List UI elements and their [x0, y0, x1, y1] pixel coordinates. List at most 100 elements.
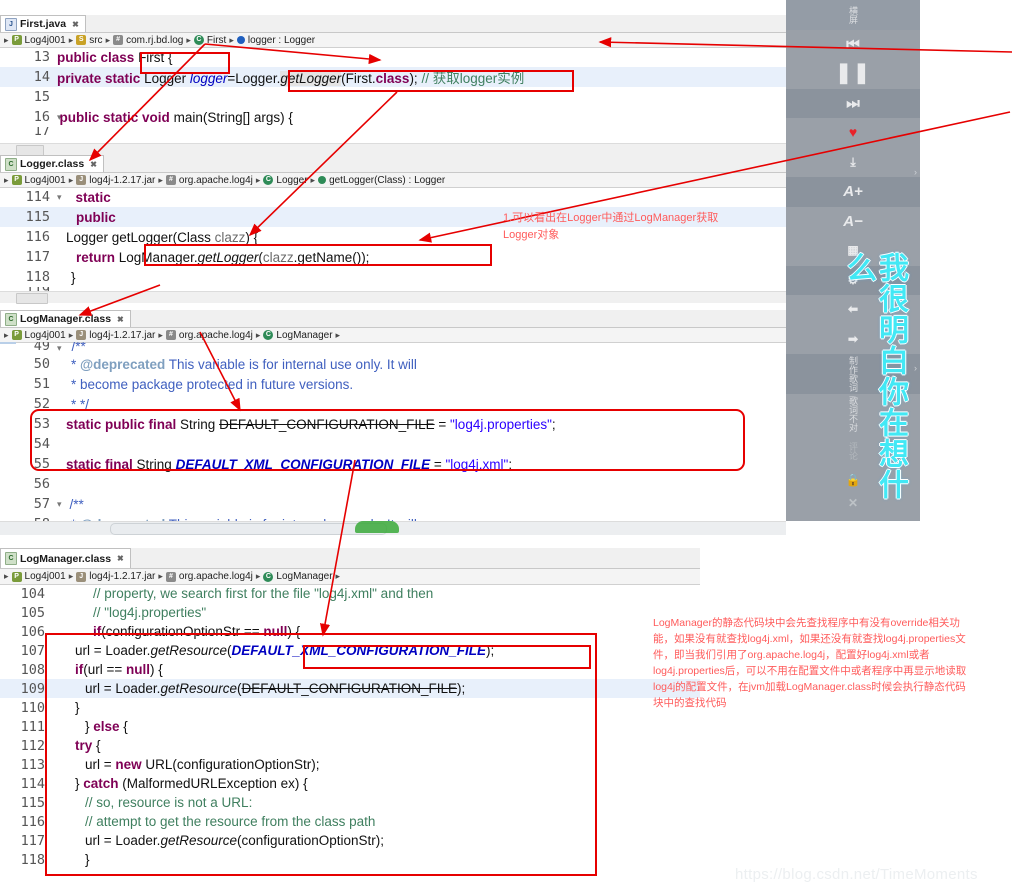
breadcrumb-item-class[interactable]: LogManager	[276, 330, 332, 341]
chevron-right-icon: ›	[914, 363, 917, 373]
line-number: 15	[33, 89, 50, 105]
tab-logmanager-class[interactable]: C LogManager.class ✖	[0, 310, 131, 327]
breadcrumb-item-project[interactable]: Log4j001	[25, 330, 66, 341]
annotation-note-2-line-1: LogManager的静态代码块中会先查找程序中有没有override相关功	[653, 617, 960, 629]
breadcrumb-item-jar[interactable]: log4j-1.2.17.jar	[89, 175, 155, 186]
line-content: // property, we search first for the fil…	[93, 586, 434, 601]
breadcrumb-item-class[interactable]: LogManager	[276, 571, 332, 582]
heart-icon: ♥	[848, 124, 858, 141]
chevron-right-icon: ▸	[4, 571, 9, 581]
annotation-note-1: 1.可以看出在Logger中通过LogManager获取 Logger对象	[503, 210, 783, 244]
fold-marker-icon[interactable]: ▾	[57, 343, 62, 354]
code-line: 52 * */	[0, 394, 786, 414]
class-icon: C	[263, 571, 274, 582]
breadcrumb-item-jar[interactable]: log4j-1.2.17.jar	[89, 330, 155, 341]
breadcrumb-item-jar[interactable]: log4j-1.2.17.jar	[89, 571, 155, 582]
tab-logmanager-class-bottom[interactable]: C LogManager.class ✖	[0, 548, 131, 568]
line-content: if(configurationOptionStr == null) {	[93, 624, 301, 639]
code-line: 107 url = Loader.getResource(DEFAULT_XML…	[0, 641, 700, 660]
line-content: static public final String DEFAULT_CONFI…	[66, 416, 556, 432]
class-file-icon: C	[5, 552, 17, 565]
scrollbar-thumb[interactable]	[16, 293, 48, 304]
code-line: 115 // so, resource is not a URL:	[0, 793, 700, 812]
sidebar-item-pause[interactable]: ❚❚	[786, 59, 920, 89]
media-player-sidebar[interactable]: 横屏 ⏮ ❚❚ ⏭ ♥ ⤓ › A+ A− ▦ ⚙ ⬅ ➡ 制作歌词 › 歌词不…	[786, 0, 920, 521]
breadcrumb-item-package[interactable]: org.apache.log4j	[179, 175, 253, 186]
close-icon[interactable]: ✖	[90, 160, 97, 169]
chevron-right-icon: ▸	[158, 571, 163, 581]
jar-icon: J	[76, 330, 87, 340]
line-number: 106	[20, 623, 45, 640]
editor-panel-logmanager-bottom[interactable]: C LogManager.class ✖ ▸ P Log4j001 ▸ J lo…	[0, 548, 700, 894]
breadcrumb-item-class[interactable]: First	[207, 35, 226, 46]
code-line: 57 ▾ /**	[0, 494, 786, 514]
breadcrumb-item-method[interactable]: getLogger(Class) : Logger	[329, 175, 445, 186]
line-content: }	[75, 700, 80, 715]
breadcrumb-item-field[interactable]: logger : Logger	[248, 35, 315, 46]
horizontal-scrollbar[interactable]	[0, 291, 786, 304]
line-content: * */	[71, 396, 90, 412]
code-area-logmanager-top[interactable]: 49 ▾ /** 50 * @deprecated This variable …	[0, 342, 786, 521]
code-area-logmanager-bottom[interactable]: 104 // property, we search first for the…	[0, 584, 700, 894]
line-gutter	[0, 342, 16, 354]
scrollbar-green-marker[interactable]	[355, 521, 399, 533]
tab-logger-class[interactable]: C Logger.class ✖	[0, 155, 104, 172]
sidebar-item-font-decrease[interactable]: A−	[786, 207, 920, 237]
code-line: 13 public class First {	[0, 47, 786, 67]
close-icon[interactable]: ✖	[117, 315, 124, 324]
code-line: 105 // "log4j.properties"	[0, 603, 700, 622]
line-content: // "log4j.properties"	[93, 605, 207, 620]
sidebar-item-landscape-mode[interactable]: 横屏	[786, 0, 920, 30]
sidebar-item-previous-track[interactable]: ⏮	[786, 30, 920, 60]
sidebar-item-favorite[interactable]: ♥	[786, 118, 920, 148]
close-icon[interactable]: ✖	[117, 554, 124, 563]
line-number: 118	[20, 851, 45, 868]
chevron-right-icon: ▸	[255, 571, 261, 581]
code-line: 108 if(url == null) {	[0, 660, 700, 679]
next-track-icon: ⏭	[846, 94, 860, 112]
class-icon: C	[263, 175, 274, 185]
chevron-right-icon: ▸	[68, 329, 74, 340]
breadcrumb-item-package[interactable]: org.apache.log4j	[179, 330, 253, 341]
breadcrumb-item-src[interactable]: src	[89, 35, 102, 46]
line-content: return LogManager.getLogger(clazz.getNam…	[76, 249, 370, 265]
chevron-right-icon: ▸	[335, 571, 341, 581]
package-icon: #	[165, 330, 176, 340]
breadcrumb-item-package[interactable]: org.apache.log4j	[179, 571, 253, 582]
horizontal-scrollbar[interactable]	[0, 143, 786, 156]
line-number: 14	[33, 69, 50, 85]
watermark: https://blog.csdn.net/TimeMoments	[735, 866, 978, 883]
line-content: // so, resource is not a URL:	[85, 795, 253, 810]
tab-first-java[interactable]: J First.java ✖	[0, 15, 86, 32]
sidebar-item-next-track[interactable]: ⏭	[786, 88, 920, 118]
code-line: 16 ▾ public static void main(String[] ar…	[0, 107, 786, 127]
sidebar-item-download[interactable]: ⤓ ›	[786, 148, 920, 177]
breadcrumb-item-project[interactable]: Log4j001	[25, 571, 66, 582]
line-number: 16	[33, 109, 50, 125]
field-icon	[236, 36, 245, 44]
editor-panel-first-java[interactable]: J First.java ✖ ▸ P Log4j001 ▸ S src ▸ # …	[0, 15, 786, 156]
editor-panel-logmanager-top[interactable]: C LogManager.class ✖ ▸ P Log4j001 ▸ J lo…	[0, 310, 786, 535]
fold-marker-icon[interactable]: ▾	[57, 499, 62, 510]
code-line: 116 // attempt to get the resource from …	[0, 812, 700, 831]
code-line: 118 }	[0, 850, 700, 869]
breadcrumb-item-project[interactable]: Log4j001	[25, 175, 66, 186]
code-area-first-java[interactable]: 13 public class First { 14 private stati…	[0, 47, 786, 143]
line-number: 50	[33, 356, 50, 372]
scrollbar-thumb[interactable]	[110, 523, 387, 535]
pause-icon: ❚❚	[835, 62, 871, 85]
horizontal-scrollbar[interactable]	[0, 521, 786, 535]
project-icon: P	[11, 330, 22, 340]
close-icon[interactable]: ✖	[72, 20, 79, 29]
breadcrumb-item-class[interactable]: Logger	[276, 175, 307, 186]
sidebar-item-font-increase[interactable]: A+	[786, 177, 920, 207]
breadcrumb-item-package[interactable]: com.rj.bd.log	[126, 35, 183, 46]
breadcrumb-item-project[interactable]: Log4j001	[25, 35, 66, 46]
panel-gap	[0, 535, 1015, 548]
line-content: private static Logger logger=Logger.getL…	[57, 71, 525, 86]
tabbar-logmanager-bottom: C LogManager.class ✖	[0, 548, 700, 569]
fold-marker-icon[interactable]: ▾	[57, 192, 62, 203]
code-line: 106 if(configurationOptionStr == null) {	[0, 622, 700, 641]
annotation-note-2-line-5: log4j的配置文件，在jvm加载LogManager.class时候会执行静态…	[653, 681, 966, 693]
code-line: 51 * become package protected in future …	[0, 374, 786, 394]
